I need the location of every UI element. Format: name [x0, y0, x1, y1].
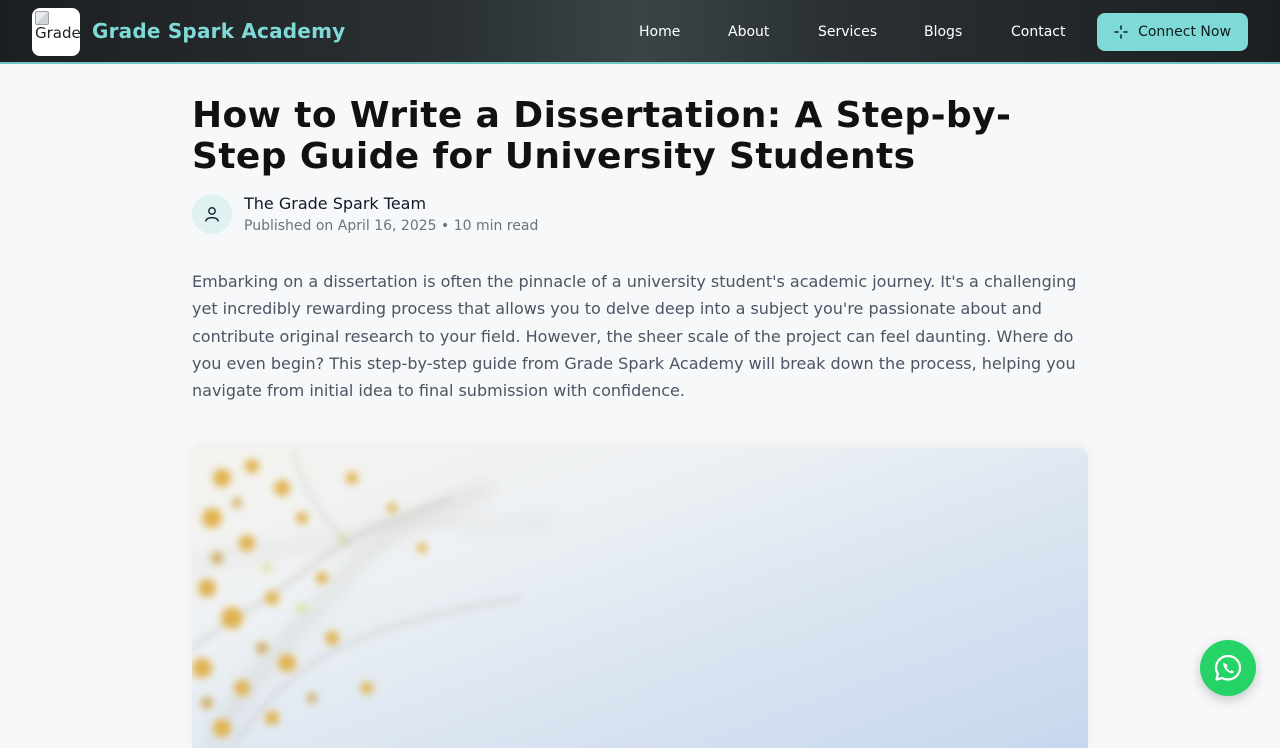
avatar [192, 194, 232, 234]
site-header: Grade Grade Spark Academy Home About Ser… [0, 0, 1280, 64]
nav-about[interactable]: About [728, 24, 769, 40]
article-title: How to Write a Dissertation: A Step-by-S… [192, 95, 1012, 177]
sparkle-icon [1114, 25, 1128, 39]
nav-home[interactable]: Home [639, 24, 680, 40]
hero-image [192, 448, 1088, 748]
author-name: The Grade Spark Team [244, 194, 427, 213]
site-logo[interactable]: Grade [32, 8, 80, 56]
intro-paragraph: Embarking on a dissertation is often the… [192, 272, 1077, 401]
brand-name[interactable]: Grade Spark Academy [92, 19, 345, 43]
whatsapp-icon [1214, 654, 1242, 681]
nav-blogs[interactable]: Blogs [924, 24, 962, 40]
connect-now-button[interactable]: Connect Now [1097, 13, 1248, 51]
nav-services[interactable]: Services [818, 24, 877, 40]
nav-contact[interactable]: Contact [1011, 24, 1065, 40]
whatsapp-button[interactable] [1200, 640, 1256, 696]
broken-image-icon [35, 11, 49, 25]
author-row: The Grade Spark Team Published on April … [192, 194, 792, 234]
logo-alt-text: Grade [35, 11, 80, 41]
connect-now-label: Connect Now [1138, 24, 1231, 40]
user-icon [205, 207, 219, 222]
publish-meta: Published on April 16, 2025 • 10 min rea… [244, 218, 539, 234]
